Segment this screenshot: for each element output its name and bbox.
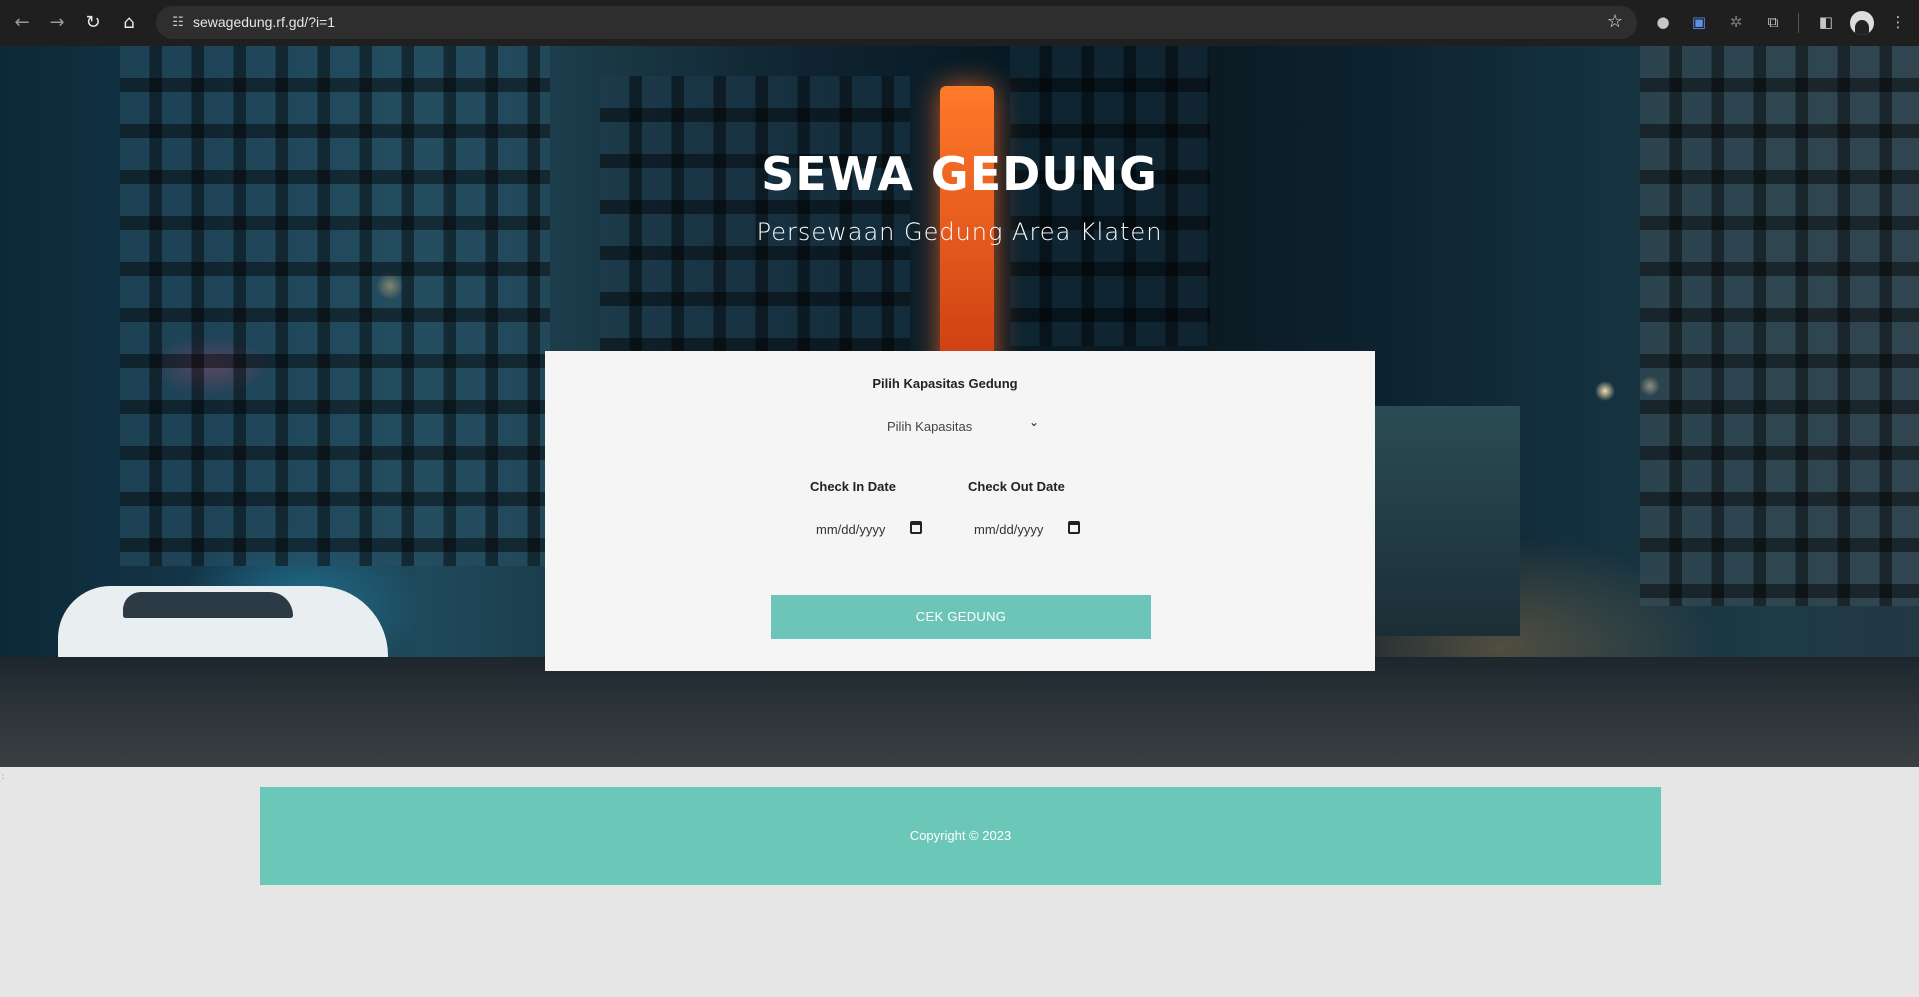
puzzle-extensions-icon[interactable]: ⧉ <box>1762 11 1784 33</box>
building-left <box>120 46 550 566</box>
calendar-icon[interactable] <box>910 521 922 534</box>
checkin-label: Check In Date <box>810 479 896 494</box>
checkin-placeholder[interactable]: mm/dd/yyyy <box>816 522 885 537</box>
footer: Copyright © 2023 <box>260 787 1661 885</box>
site-info-icon[interactable]: ☷ <box>168 13 188 33</box>
calendar-icon[interactable] <box>1068 521 1080 534</box>
stray-text: : <box>2 772 5 781</box>
capacity-select[interactable]: Pilih Kapasitas ⌄ <box>865 409 1045 443</box>
home-icon[interactable]: ⌂ <box>116 10 142 36</box>
chevron-down-icon[interactable]: ⌄ <box>1029 415 1039 429</box>
capacity-label: Pilih Kapasitas Gedung <box>872 376 1018 391</box>
checkin-date-input[interactable]: mm/dd/yyyy <box>806 511 934 547</box>
booking-form-card: Pilih Kapasitas Gedung Pilih Kapasitas ⌄… <box>545 351 1375 671</box>
checkout-date-input[interactable]: mm/dd/yyyy <box>964 511 1092 547</box>
cek-gedung-button[interactable]: CEK GEDUNG <box>771 595 1151 639</box>
checkout-placeholder[interactable]: mm/dd/yyyy <box>974 522 1043 537</box>
profile-avatar-icon[interactable] <box>1850 11 1874 35</box>
more-menu-icon[interactable]: ⋮ <box>1887 11 1909 33</box>
side-panel-icon[interactable]: ◧ <box>1815 11 1837 33</box>
back-arrow-icon[interactable]: ← <box>9 10 35 36</box>
forward-arrow-icon[interactable]: → <box>44 10 70 36</box>
translate-icon[interactable]: ▣ <box>1688 11 1710 33</box>
street-ground <box>0 657 1919 767</box>
extension-icon[interactable]: ● <box>1652 11 1674 33</box>
toolbar-divider <box>1798 13 1799 33</box>
capacity-select-value[interactable]: Pilih Kapasitas <box>887 419 972 434</box>
browser-toolbar: ← → ↻ ⌂ ☷ sewagedung.rf.gd/?i=1 ☆ ● ▣ ✲ … <box>0 0 1919 46</box>
bookmark-star-icon[interactable]: ☆ <box>1607 11 1623 33</box>
settings-extension-icon[interactable]: ✲ <box>1725 11 1747 33</box>
page-title: SEWA GEDUNG <box>761 147 1158 201</box>
building-far-right <box>1360 406 1520 636</box>
building-right <box>1640 46 1919 606</box>
page-subtitle: Persewaan Gedung Area Klaten <box>756 218 1163 246</box>
taxi-car-image <box>58 586 388 668</box>
address-url[interactable]: sewagedung.rf.gd/?i=1 <box>193 14 335 31</box>
checkout-label: Check Out Date <box>968 479 1065 494</box>
address-bar[interactable]: ☷ sewagedung.rf.gd/?i=1 ☆ <box>156 6 1637 39</box>
reload-icon[interactable]: ↻ <box>80 10 106 36</box>
copyright-text: Copyright © 2023 <box>909 828 1012 843</box>
